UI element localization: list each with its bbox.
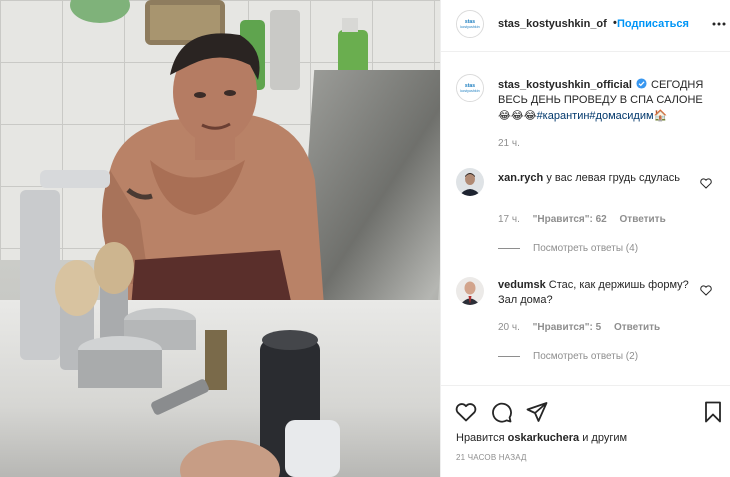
comment-meta: 20 ч. "Нравится": 5 Ответить	[498, 322, 670, 333]
verified-badge-icon	[636, 78, 647, 89]
post-actions: Нравится oskarkuchera и другим 21 ЧАСОВ …	[441, 385, 730, 477]
heart-icon[interactable]	[454, 400, 478, 424]
laughing-emoji: 😂😂😂	[498, 109, 537, 122]
author-avatar[interactable]: stas kostyushkin	[456, 10, 484, 38]
comment-text: vedumsk Стас, как держишь форму? Зал дом…	[498, 278, 693, 308]
likes-others[interactable]: и другим	[582, 432, 627, 444]
author-username[interactable]: stas_kostyushkin_of	[498, 18, 611, 30]
toiletries	[20, 170, 340, 477]
post-sidebar: stas kostyushkin stas_kostyushkin_of • П…	[440, 0, 730, 477]
post-photo[interactable]	[0, 0, 440, 477]
comment-likes[interactable]: "Нравится": 5	[533, 322, 602, 333]
caption-timestamp: 21 ч.	[498, 138, 520, 149]
view-replies-label: Посмотреть ответы (4)	[533, 243, 639, 254]
comment-text: xan.rych у вас левая грудь сдулась	[498, 171, 693, 186]
likes-prefix: Нравится	[456, 432, 505, 444]
comment-like-heart-icon[interactable]	[700, 178, 712, 189]
view-replies-button[interactable]: Посмотреть ответы (4)	[498, 243, 638, 254]
house-emoji: 🏠	[653, 109, 668, 122]
view-replies-label: Посмотреть ответы (2)	[533, 351, 639, 362]
caption-author-avatar[interactable]: stas kostyushkin	[456, 74, 484, 102]
likes-summary: Нравится oskarkuchera и другим	[456, 432, 627, 444]
commenter-avatar[interactable]	[456, 168, 484, 196]
comment-meta: 17 ч. "Нравится": 62 Ответить	[498, 214, 676, 225]
comment-icon[interactable]	[489, 400, 513, 424]
post-date[interactable]: 21 ЧАСОВ НАЗАД	[456, 453, 527, 462]
svg-text:kostyushkin: kostyushkin	[460, 89, 479, 93]
brand-logo-icon: stas kostyushkin	[457, 11, 483, 37]
comment-time: 17 ч.	[498, 214, 520, 225]
commenter-avatar[interactable]	[456, 277, 484, 305]
comment-like-heart-icon[interactable]	[700, 285, 712, 296]
replies-divider-line	[498, 355, 520, 357]
hashtag-domasidim[interactable]: #домасидим	[589, 110, 653, 122]
hashtag-karantin[interactable]: #карантин	[537, 110, 590, 122]
more-options-icon[interactable]	[712, 16, 726, 32]
caption-text: stas_kostyushkin_official СЕГОДНЯ ВЕСЬ Д…	[498, 78, 713, 124]
replies-divider-line	[498, 247, 520, 249]
commenter-username[interactable]: vedumsk	[498, 279, 546, 291]
post-header: stas kostyushkin stas_kostyushkin_of • П…	[441, 0, 730, 52]
instagram-post: stas kostyushkin stas_kostyushkin_of • П…	[0, 0, 730, 477]
comment-body: у вас левая грудь сдулась	[546, 172, 680, 184]
view-replies-button[interactable]: Посмотреть ответы (2)	[498, 351, 638, 362]
bookmark-icon[interactable]	[701, 400, 725, 424]
follow-button[interactable]: Подписаться	[617, 18, 689, 30]
reply-button[interactable]: Ответить	[614, 322, 660, 333]
caption-username[interactable]: stas_kostyushkin_official	[498, 79, 632, 91]
comment-time: 20 ч.	[498, 322, 520, 333]
commenter-username[interactable]: xan.rych	[498, 172, 543, 184]
reply-button[interactable]: Ответить	[620, 214, 666, 225]
svg-text:kostyushkin: kostyushkin	[460, 25, 479, 29]
paper-plane-icon[interactable]	[525, 400, 549, 424]
liked-by-username[interactable]: oskarkuchera	[508, 432, 580, 444]
svg-text:stas: stas	[465, 83, 475, 89]
comment-likes[interactable]: "Нравится": 62	[533, 214, 607, 225]
brand-logo-icon: stas kostyushkin	[457, 75, 483, 101]
svg-text:stas: stas	[465, 19, 475, 25]
